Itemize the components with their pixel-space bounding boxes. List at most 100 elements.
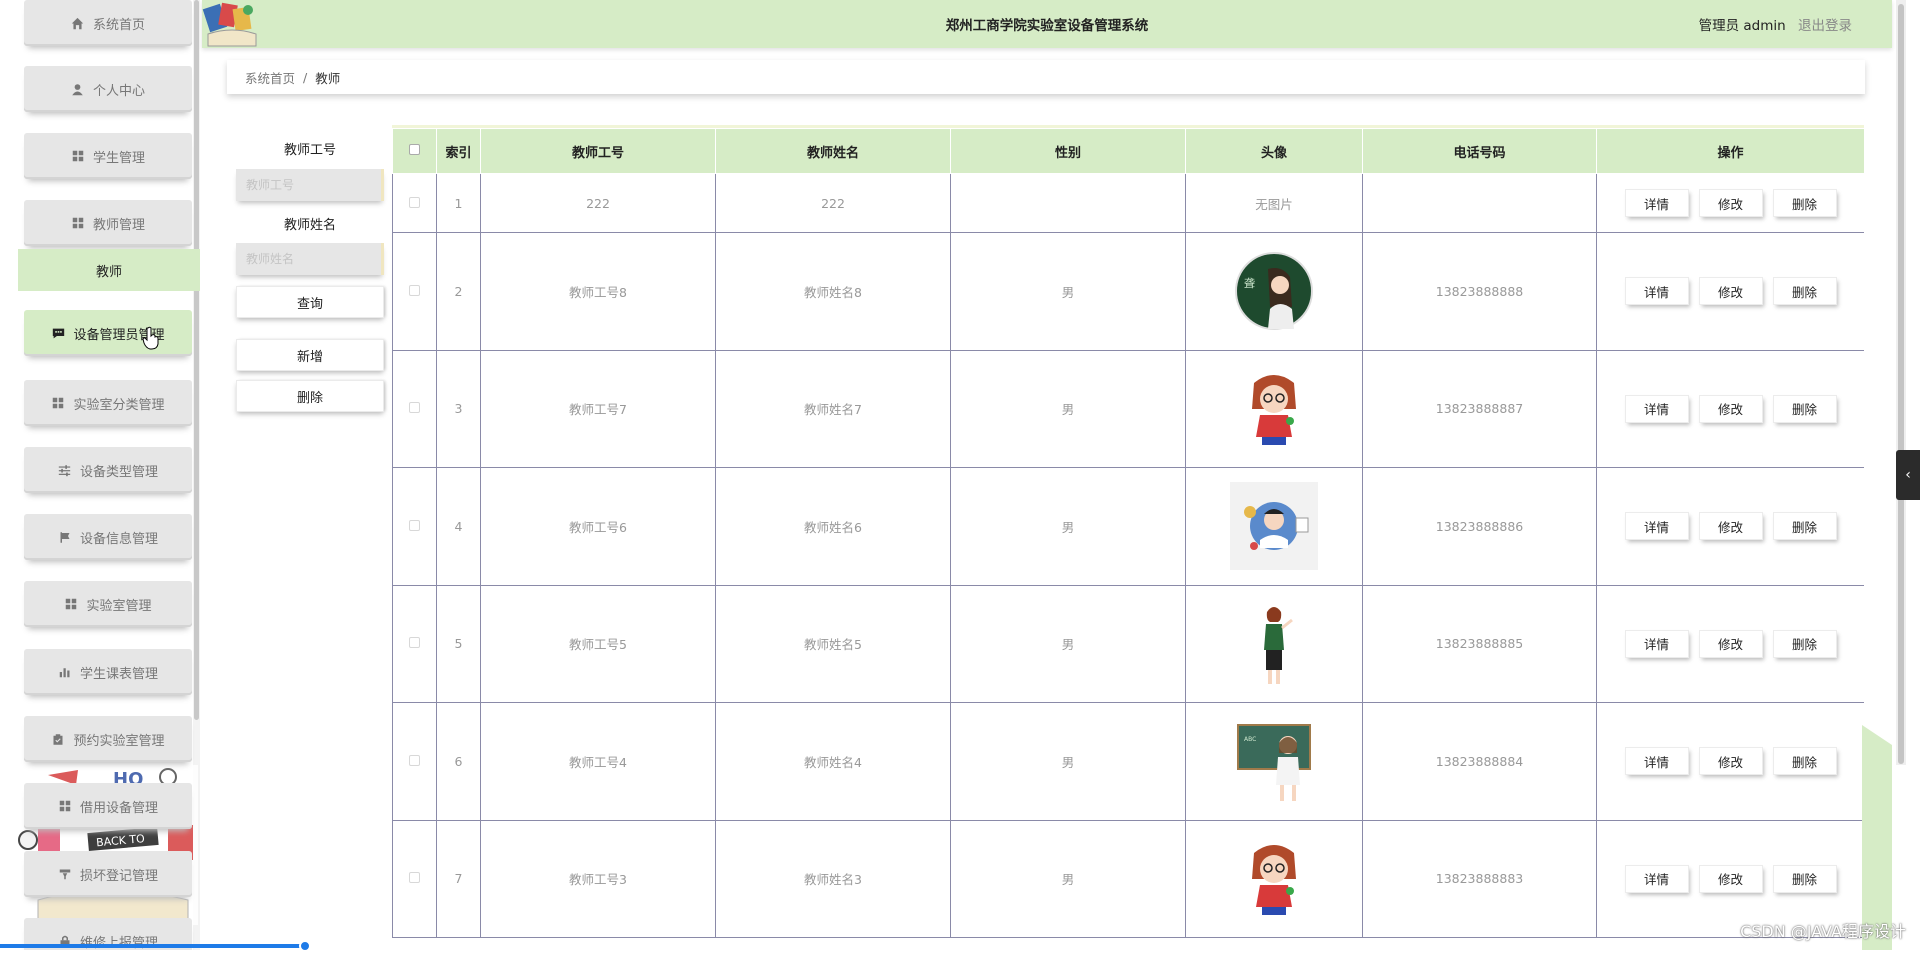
sidebar-item-label: 实验室分类管理: [73, 394, 164, 413]
sidebar-item-damage-registration[interactable]: 损坏登记管理: [24, 851, 192, 897]
column-header-avatar: 头像: [1186, 129, 1363, 174]
sidebar-item-label: 教师管理: [93, 214, 145, 233]
sidebar-item-label: 学生管理: [93, 147, 145, 166]
sidebar-item-teachers[interactable]: 教师管理: [24, 200, 192, 246]
row-checkbox[interactable]: [409, 285, 420, 296]
row-checkbox[interactable]: [409, 872, 420, 883]
row-select-cell: [393, 585, 437, 703]
table-row: 3教师工号7教师姓名7男13823888887详情修改删除: [393, 350, 1865, 468]
add-button[interactable]: 新增: [236, 339, 384, 371]
sidebar-item-label: 实验室管理: [86, 595, 151, 614]
cell-index: 2: [437, 233, 481, 351]
edit-button[interactable]: 修改: [1699, 865, 1763, 893]
sidebar-item-equipment-admins[interactable]: 设备管理员管理: [24, 310, 192, 356]
sidebar-item-equipment-borrowing[interactable]: 借用设备管理: [24, 783, 192, 829]
edit-button[interactable]: 修改: [1699, 630, 1763, 658]
progress-knob[interactable]: [299, 940, 311, 952]
cell-teacher-name: 教师姓名6: [716, 468, 951, 586]
teacher-glasses-avatar: [1230, 365, 1318, 453]
detail-button[interactable]: 详情: [1625, 277, 1689, 305]
row-checkbox[interactable]: [409, 637, 420, 648]
cell-index: 5: [437, 585, 481, 703]
grid-icon: [64, 597, 78, 611]
cell-phone: 13823888883: [1363, 820, 1597, 938]
no-image-text: 无图片: [1255, 197, 1293, 212]
cell-index: 1: [437, 174, 481, 233]
sidebar-scrollbar-thumb[interactable]: [194, 0, 199, 720]
cell-gender: 男: [951, 350, 1186, 468]
user-role: 管理员: [1699, 18, 1740, 34]
row-checkbox[interactable]: [409, 755, 420, 766]
cell-phone: 13823888888: [1363, 233, 1597, 351]
sidebar-item-lab-reservations[interactable]: 预约实验室管理: [24, 716, 192, 762]
teacher-name-input[interactable]: [236, 243, 384, 275]
teacher-board-avatar: ABC: [1230, 717, 1318, 805]
chevron-left-icon: ‹: [1905, 467, 1911, 483]
delete-button[interactable]: 删除: [1773, 865, 1837, 893]
edit-button[interactable]: 修改: [1699, 512, 1763, 540]
sidebar-item-label: 损坏登记管理: [80, 865, 158, 884]
row-checkbox[interactable]: [409, 197, 420, 208]
delete-button[interactable]: 删除: [1773, 277, 1837, 305]
teacher-glasses-avatar: [1230, 835, 1318, 923]
collapse-panel-button[interactable]: ‹: [1896, 450, 1920, 500]
sidebar-item-students[interactable]: 学生管理: [24, 133, 192, 179]
table-row: 2教师工号8教师姓名8男聋13823888888详情修改删除: [393, 233, 1865, 351]
detail-button[interactable]: 详情: [1625, 189, 1689, 217]
row-select-cell: [393, 233, 437, 351]
teacher-man-avatar: [1230, 482, 1318, 570]
cell-gender: 男: [951, 585, 1186, 703]
cell-index: 6: [437, 703, 481, 821]
sidebar-item-label: 学生课表管理: [80, 663, 158, 682]
select-all-checkbox[interactable]: [409, 144, 420, 155]
breadcrumb-home[interactable]: 系统首页: [245, 68, 295, 87]
detail-button[interactable]: 详情: [1625, 512, 1689, 540]
detail-button[interactable]: 详情: [1625, 395, 1689, 423]
row-checkbox[interactable]: [409, 520, 420, 531]
page-scrollbar-thumb[interactable]: [1898, 4, 1904, 764]
sidebar-item-equipment-info[interactable]: 设备信息管理: [24, 514, 192, 560]
sidebar-item-profile[interactable]: 个人中心: [24, 66, 192, 112]
username: admin: [1743, 18, 1785, 34]
sidebar-subitem-teacher[interactable]: 教师: [18, 249, 200, 291]
sidebar-item-lab-categories[interactable]: 实验室分类管理: [24, 380, 192, 426]
sliders-icon: [58, 463, 72, 477]
cell-teacher-id: 教师工号3: [481, 820, 716, 938]
sidebar-item-labs[interactable]: 实验室管理: [24, 581, 192, 627]
user-icon: [71, 82, 85, 96]
sidebar-item-label: 个人中心: [93, 80, 145, 99]
page-scrollbar[interactable]: [1896, 0, 1906, 765]
batch-delete-button[interactable]: 删除: [236, 380, 384, 412]
cell-gender: 男: [951, 820, 1186, 938]
home-icon: [71, 16, 85, 30]
delete-button[interactable]: 删除: [1773, 189, 1837, 217]
delete-button[interactable]: 删除: [1773, 630, 1837, 658]
column-header-actions: 操作: [1597, 129, 1865, 174]
teacher-id-input[interactable]: [236, 169, 384, 201]
row-checkbox[interactable]: [409, 402, 420, 413]
delete-button[interactable]: 删除: [1773, 395, 1837, 423]
bar-chart-icon: [58, 665, 72, 679]
sidebar-item-student-schedule[interactable]: 学生课表管理: [24, 649, 192, 695]
sidebar-item-home[interactable]: 系统首页: [24, 0, 192, 46]
edit-button[interactable]: 修改: [1699, 189, 1763, 217]
sidebar-subitem-label: 教师: [96, 261, 122, 280]
sidebar-item-label: 设备信息管理: [80, 528, 158, 547]
edit-button[interactable]: 修改: [1699, 277, 1763, 305]
table-row: 5教师工号5教师姓名5男13823888885详情修改删除: [393, 585, 1865, 703]
detail-button[interactable]: 详情: [1625, 747, 1689, 775]
edit-button[interactable]: 修改: [1699, 395, 1763, 423]
query-button[interactable]: 查询: [236, 286, 384, 318]
video-progress-bar[interactable]: [0, 944, 305, 948]
sidebar-item-equipment-types[interactable]: 设备类型管理: [24, 447, 192, 493]
detail-button[interactable]: 详情: [1625, 630, 1689, 658]
delete-button[interactable]: 删除: [1773, 747, 1837, 775]
delete-button[interactable]: 删除: [1773, 512, 1837, 540]
cell-actions: 详情修改删除: [1597, 585, 1865, 703]
edit-button[interactable]: 修改: [1699, 747, 1763, 775]
detail-button[interactable]: 详情: [1625, 865, 1689, 893]
row-select-cell: [393, 350, 437, 468]
logout-link[interactable]: 退出登录: [1798, 18, 1852, 34]
funnel-icon: [58, 867, 72, 881]
table-body: 1222222无图片详情修改删除2教师工号8教师姓名8男聋13823888888…: [393, 174, 1865, 938]
